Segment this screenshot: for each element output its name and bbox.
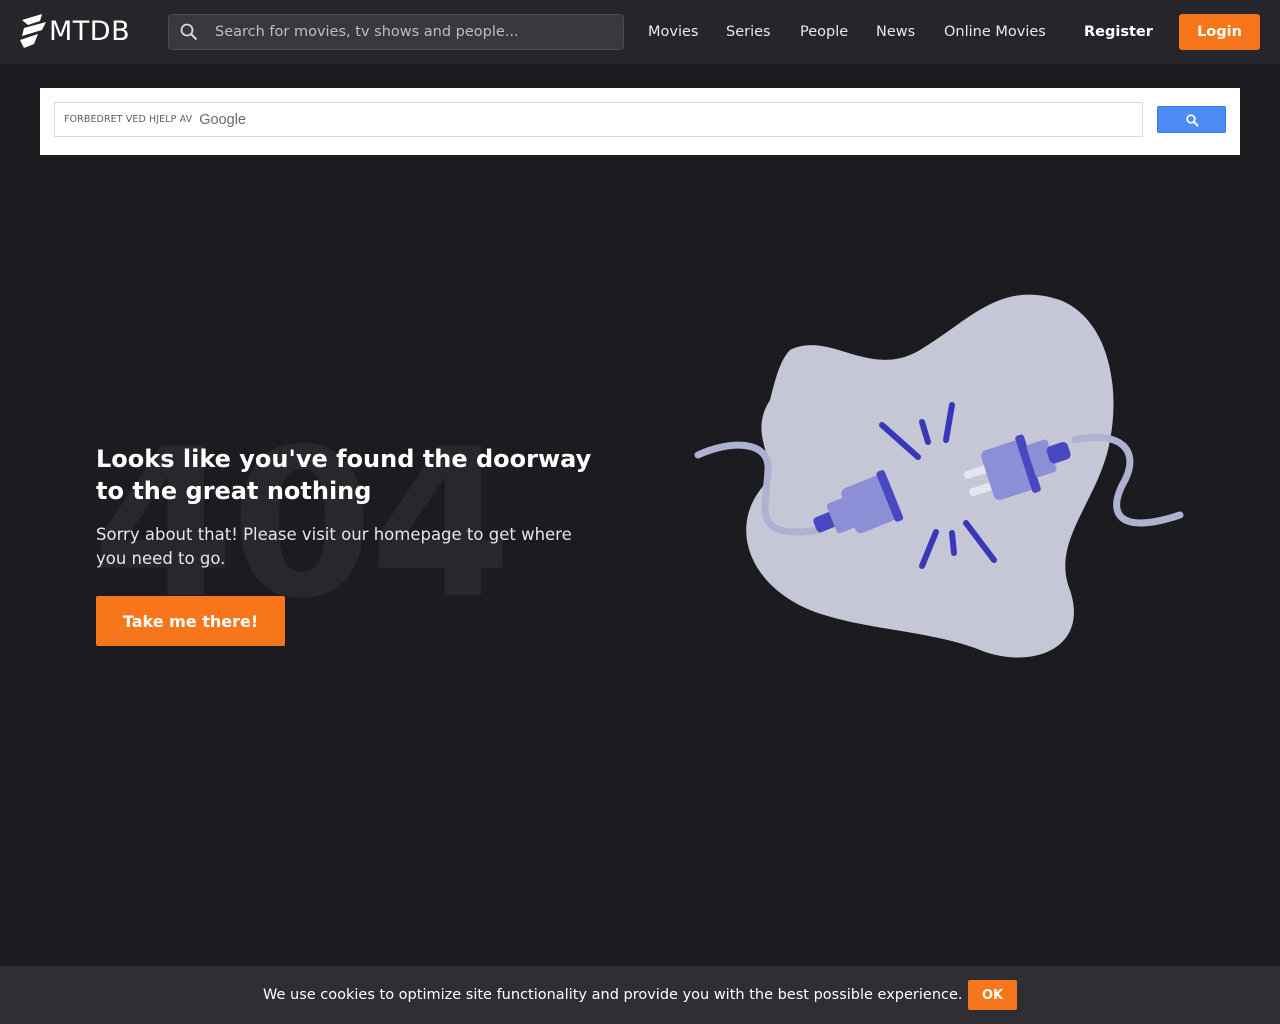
register-link[interactable]: Register: [1084, 22, 1153, 42]
google-search-input[interactable]: FORBEDRET VED HJELP AV Google: [54, 102, 1143, 137]
search-icon: [1186, 114, 1199, 127]
error-description: Sorry about that! Please visit our homep…: [96, 525, 572, 568]
login-button[interactable]: Login: [1179, 14, 1260, 50]
cookie-banner: We use cookies to optimize site function…: [0, 966, 1280, 1024]
nav-online-movies[interactable]: Online Movies: [944, 22, 1046, 42]
unplugged-cable-illustration: [694, 294, 1184, 658]
powered-by-label: FORBEDRET VED HJELP AV: [64, 114, 193, 125]
google-search-button[interactable]: [1157, 106, 1226, 133]
google-search-bar: FORBEDRET VED HJELP AV Google: [40, 88, 1240, 155]
top-header: MTDB Movies Series People News Online Mo…: [0, 0, 1280, 64]
page-title: Looks like you've found the doorway to t…: [96, 445, 592, 505]
google-branding: FORBEDRET VED HJELP AV Google: [64, 103, 246, 136]
cookie-message: We use cookies to optimize site function…: [263, 987, 963, 1003]
nav-series[interactable]: Series: [726, 22, 771, 42]
nav-news[interactable]: News: [876, 22, 915, 42]
nav-movies[interactable]: Movies: [648, 22, 698, 42]
take-me-home-button[interactable]: Take me there!: [96, 596, 285, 646]
google-logo-text: Google: [199, 111, 246, 128]
cookie-accept-button[interactable]: OK: [968, 980, 1017, 1010]
nav-people[interactable]: People: [800, 22, 848, 42]
